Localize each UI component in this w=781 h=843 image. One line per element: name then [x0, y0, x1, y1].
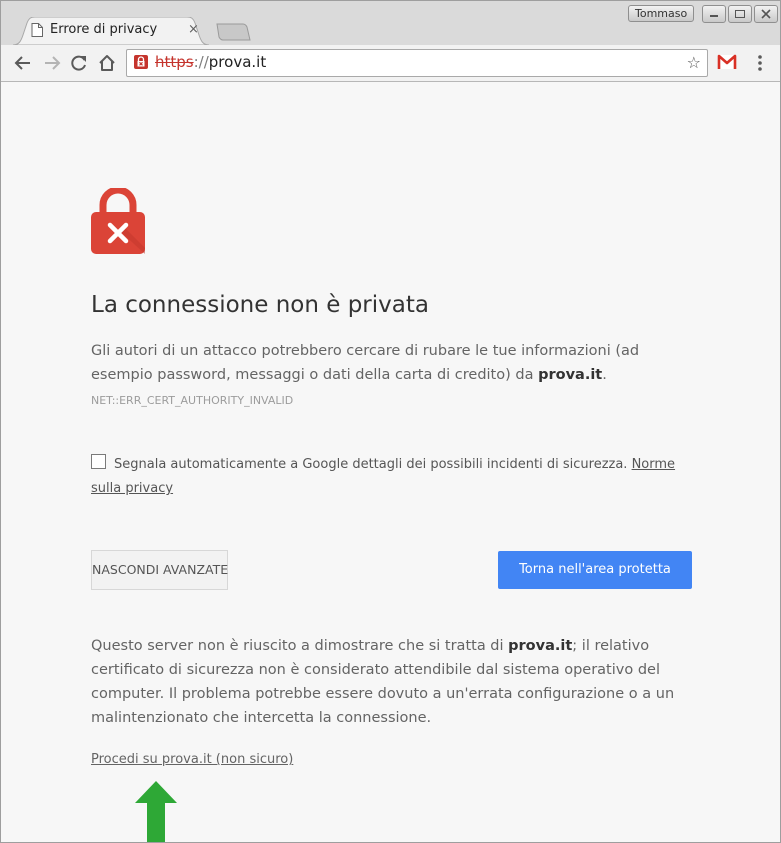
toolbar: https://prova.it ☆ — [1, 45, 780, 82]
close-window-icon — [761, 9, 771, 19]
url-separator: :// — [193, 53, 209, 71]
error-code: NET::ERR_CERT_AUTHORITY_INVALID — [91, 394, 294, 407]
tab-title: Errore di privacy — [50, 22, 158, 37]
page-icon — [31, 23, 43, 37]
maximize-icon — [735, 10, 745, 18]
details-part1: Questo server non è riuscito a dimostrar… — [91, 638, 509, 654]
details-text: Questo server non è riuscito a dimostrar… — [91, 634, 701, 730]
interstitial-page: La connessione non è privata Gli autori … — [1, 82, 780, 842]
tab-active[interactable]: Errore di privacy × — [13, 17, 209, 45]
minimize-icon — [710, 15, 718, 17]
address-bar[interactable]: https://prova.it ☆ — [126, 49, 708, 77]
hide-advanced-button[interactable]: NASCONDI AVANZATE — [91, 550, 228, 590]
browser-window: Errore di privacy × Tommaso https://prov… — [0, 0, 781, 843]
details-domain: prova.it — [508, 638, 573, 654]
report-checkbox[interactable] — [91, 454, 106, 469]
url-text: https://prova.it — [155, 53, 266, 71]
back-to-safety-button[interactable]: Torna nell'area protetta — [498, 551, 692, 589]
report-label: Segnala automaticamente a Google dettagl… — [114, 457, 628, 472]
page-title: La connessione non è privata — [91, 292, 429, 318]
arrow-up-icon — [135, 781, 177, 842]
gmail-icon[interactable] — [717, 54, 737, 70]
new-tab-button[interactable] — [215, 23, 251, 41]
explanation-text: Gli autori di un attacco potrebbero cerc… — [91, 339, 701, 387]
menu-icon[interactable] — [753, 54, 767, 72]
explanation-domain: prova.it — [538, 367, 603, 383]
minimize-button[interactable] — [702, 5, 726, 23]
explanation-end: . — [602, 367, 607, 383]
url-scheme: https — [155, 53, 194, 71]
forward-icon[interactable] — [42, 53, 62, 73]
star-icon[interactable]: ☆ — [687, 53, 701, 72]
maximize-button[interactable] — [728, 5, 752, 23]
profile-button[interactable]: Tommaso — [628, 5, 695, 22]
close-window-button[interactable] — [754, 5, 778, 23]
close-icon[interactable]: × — [188, 22, 199, 37]
url-host: prova.it — [208, 53, 267, 71]
title-bar: Errore di privacy × Tommaso — [1, 1, 780, 45]
padlock-error-icon — [91, 188, 145, 254]
reload-icon[interactable] — [69, 53, 89, 73]
report-option: Segnala automaticamente a Google dettagl… — [91, 453, 691, 501]
lock-broken-icon — [134, 55, 148, 69]
back-icon[interactable] — [13, 53, 33, 73]
home-icon[interactable] — [97, 53, 117, 73]
proceed-unsafe-link[interactable]: Procedi su prova.it (non sicuro) — [91, 752, 293, 767]
